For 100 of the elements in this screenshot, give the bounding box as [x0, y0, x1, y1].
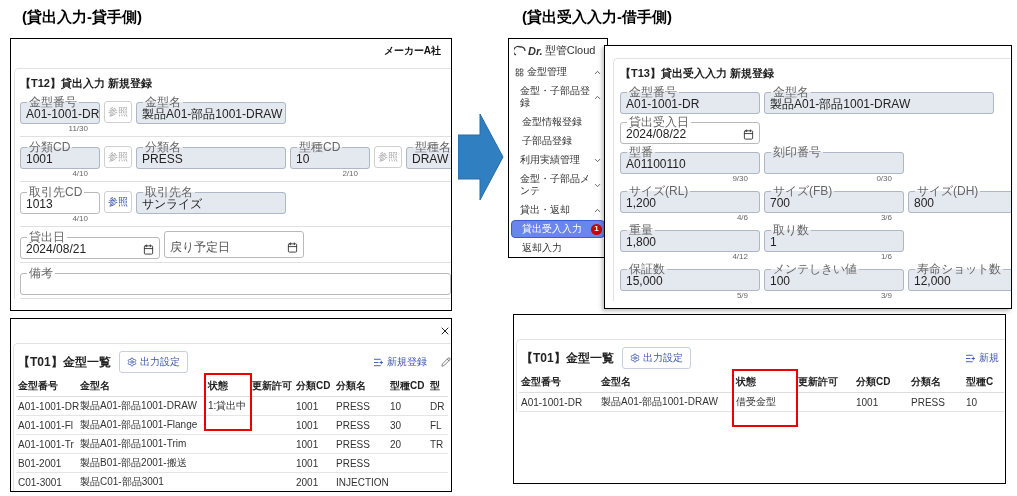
calendar-icon[interactable]	[287, 242, 298, 253]
field-label: 取り数	[772, 224, 810, 236]
field-label: 分類CD	[28, 141, 72, 153]
table-cell: A01-1001-DR	[16, 396, 78, 416]
char-counter: 0/30	[876, 174, 892, 183]
table-cell: 10	[964, 392, 1004, 412]
field-value: サンライズ	[142, 198, 203, 211]
input-field[interactable]: 型番 A01100110	[620, 146, 760, 174]
table-cell: 製品A01-部品1001-Trim	[78, 434, 206, 454]
column-header[interactable]: 金型番号	[16, 376, 78, 397]
form-title: 【T13】貸出受入入力 新規登録	[620, 66, 775, 81]
input-field[interactable]: 取引先CD 1013	[20, 186, 100, 214]
input-field[interactable]: 型種CD 10	[290, 141, 370, 169]
column-header[interactable]: 更新許可	[250, 376, 294, 397]
input-field[interactable]: 金型番号 A01-1001-DR	[20, 96, 100, 124]
field-value: 1,200	[626, 197, 658, 210]
input-field[interactable]: 取引先名 サンライズ	[136, 186, 286, 214]
table-cell: FL	[428, 415, 448, 435]
input-field[interactable]: 保証数 15,000	[620, 263, 760, 291]
char-counter: 2/10	[342, 169, 358, 178]
column-header[interactable]: 分類名	[909, 372, 964, 393]
column-header[interactable]: 金型名	[78, 376, 206, 397]
table-cell: PRESS	[909, 392, 964, 412]
column-header[interactable]: 金型番号	[519, 372, 599, 393]
input-field[interactable]: 金型番号 A01-1001-DR	[620, 86, 760, 114]
table-cell: INJECTION	[334, 472, 388, 491]
column-header[interactable]: 型	[428, 376, 448, 397]
nav-item[interactable]: 利用実績管理	[511, 151, 605, 169]
column-header[interactable]: 型種C	[964, 372, 1004, 393]
date-field[interactable]: 貸出受入日 2024/08/22	[620, 116, 760, 144]
column-header[interactable]: 分類名	[334, 376, 388, 397]
input-field[interactable]: サイズ(DH) 800	[908, 185, 1011, 213]
char-counter: 9/30	[732, 174, 748, 183]
column-header[interactable]: 状態	[734, 372, 796, 393]
table-cell: 製品A01-部品1001-Flange	[78, 415, 206, 435]
nav-item[interactable]: 子部品登録	[511, 132, 605, 150]
app-name: 型管Cloud	[544, 43, 596, 58]
char-counter: 11/30	[68, 124, 88, 133]
nav-item[interactable]: 金型情報登録	[511, 113, 605, 131]
table-cell: PRESS	[334, 453, 388, 473]
input-field[interactable]: 金型名 製品A01-部品1001-DRAW	[764, 86, 994, 114]
output-settings-button[interactable]: 出力設定	[621, 347, 691, 369]
column-header[interactable]: 分類CD	[854, 372, 909, 393]
calendar-icon[interactable]	[143, 244, 154, 255]
table-cell: 1001	[294, 396, 334, 416]
gear-icon	[629, 353, 640, 363]
input-field[interactable]: 型種名 DRAW	[406, 141, 451, 169]
field-value: A01100110	[626, 158, 687, 171]
field-value: 15,000	[626, 275, 663, 288]
input-field[interactable]: メンテしきい値 100	[764, 263, 904, 291]
field-label: メンテしきい値	[772, 263, 858, 275]
gear-icon	[126, 357, 137, 367]
input-field[interactable]: 寿命ショット数 12,000	[908, 263, 1011, 291]
nav-item[interactable]: 金型・子部品メンテ	[511, 170, 605, 200]
date-field[interactable]: 貸出日 2024/08/21	[20, 231, 160, 259]
table-cell: 1001	[294, 434, 334, 454]
input-field[interactable]: 分類名 PRESS	[136, 141, 286, 169]
column-header[interactable]: 更新許可	[796, 372, 854, 393]
nav-item[interactable]: 貸出・返却	[511, 201, 605, 219]
table-cell: 1001	[854, 392, 909, 412]
field-label: サイズ(DH)	[916, 185, 980, 197]
table-cell: A01-1001-DR	[519, 392, 599, 412]
field-label: 貸出受入日	[628, 116, 690, 128]
field-label: 備考	[28, 267, 54, 279]
input-field[interactable]: 備考	[20, 267, 451, 295]
close-icon[interactable]	[439, 325, 451, 337]
input-field[interactable]: 分類CD 1001	[20, 141, 100, 169]
char-counter: 1/6	[880, 252, 892, 261]
table-cell: 20	[388, 434, 428, 454]
output-settings-button[interactable]: 出力設定	[118, 351, 188, 373]
nav-item[interactable]: 返却入力	[511, 239, 605, 257]
column-header[interactable]: 分類CD	[294, 376, 334, 397]
field-label: 刻印番号	[772, 146, 822, 158]
input-field[interactable]: サイズ(FB) 700	[764, 185, 904, 213]
input-field[interactable]: 刻印番号	[764, 146, 904, 174]
table-cell: 30	[388, 415, 428, 435]
input-field[interactable]: 重量 1,800	[620, 224, 760, 252]
nav-item[interactable]: 金型・子部品登録	[511, 82, 605, 112]
new-register-link[interactable]: 新規	[965, 351, 999, 365]
reference-button[interactable]: 参照	[104, 191, 132, 213]
input-field[interactable]: サイズ(RL) 1,200	[620, 185, 760, 213]
field-label: 金型名	[145, 96, 182, 108]
logo-mark: Dr.	[528, 44, 543, 57]
nav-item[interactable]: 金型管理	[511, 63, 605, 81]
input-field[interactable]: 取り数 1	[764, 224, 904, 252]
new-register-link[interactable]: 新規登録	[373, 355, 427, 369]
char-counter: 5/9	[736, 291, 748, 300]
input-field[interactable]: 金型名 製品A01-部品1001-DRAW	[136, 96, 286, 124]
date-field[interactable]: 戻り予定日	[164, 231, 304, 258]
field-value: 700	[770, 197, 791, 210]
char-counter: 3/6	[880, 213, 892, 222]
column-header[interactable]: 型種CD	[388, 376, 428, 397]
column-header[interactable]: 状態	[206, 376, 250, 397]
nav-item[interactable]: 貸出受入入力 1	[511, 220, 605, 238]
field-label: 取引先名	[144, 186, 193, 198]
field-value: 10	[296, 153, 310, 166]
table-cell: PRESS	[334, 434, 388, 454]
calendar-icon[interactable]	[743, 129, 754, 140]
column-header[interactable]: 金型名	[599, 372, 734, 393]
pencil-icon[interactable]	[441, 357, 451, 367]
